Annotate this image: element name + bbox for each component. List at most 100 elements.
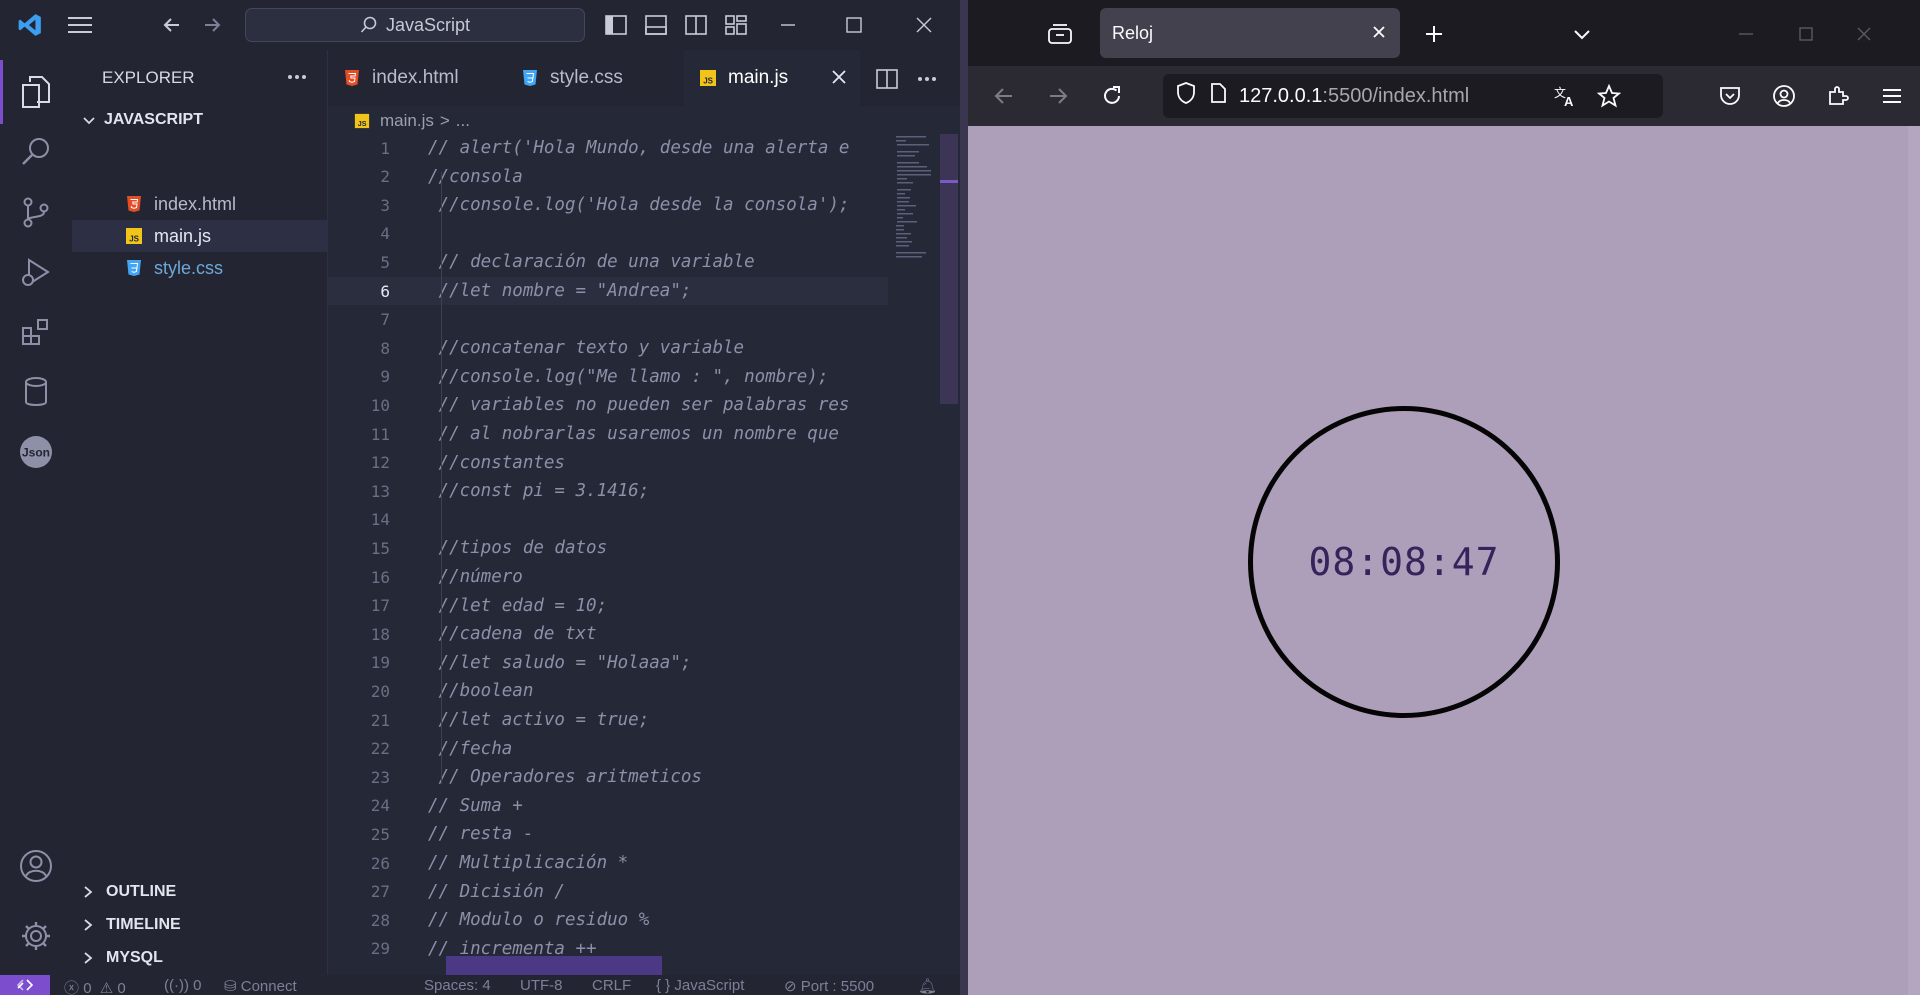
maximize-icon[interactable] — [1786, 14, 1826, 54]
close-tab-icon[interactable] — [1370, 23, 1388, 46]
code-line[interactable]: 5 // declaración de una variable — [328, 248, 888, 276]
file-item-style-css[interactable]: style.css — [72, 252, 327, 284]
command-center-search[interactable]: JavaScript — [245, 8, 585, 42]
new-tab-icon[interactable] — [1414, 14, 1454, 54]
maximize-icon[interactable] — [832, 0, 876, 50]
code-editor[interactable]: 1 // alert('Hola Mundo, desde una alerta … — [328, 134, 888, 974]
section-mysql[interactable]: MYSQL — [80, 942, 163, 974]
code-line[interactable]: 8 //concatenar texto y variable — [328, 334, 888, 362]
accounts-icon[interactable] — [16, 846, 56, 886]
code-line[interactable]: 18 //cadena de txt — [328, 620, 888, 648]
database-icon[interactable] — [16, 372, 56, 412]
encoding-status[interactable]: UTF-8 — [520, 977, 563, 994]
tab-style-css[interactable]: style.css — [506, 50, 681, 106]
shield-icon[interactable] — [1175, 81, 1197, 111]
code-line[interactable]: 2 //consola — [328, 163, 888, 191]
code-line[interactable]: 13 //const pi = 3.1416; — [328, 477, 888, 505]
page-scrollbar[interactable] — [1908, 126, 1920, 995]
toggle-sidebar-icon[interactable] — [598, 0, 634, 50]
gear-icon[interactable] — [16, 916, 56, 956]
back-arrow-icon[interactable] — [984, 66, 1024, 126]
more-actions-icon[interactable] — [912, 64, 942, 94]
code-line[interactable]: 27 // Dicisión / — [328, 878, 888, 906]
code-line[interactable]: 24 // Suma + — [328, 792, 888, 820]
account-icon[interactable] — [1764, 66, 1804, 126]
close-window-icon[interactable] — [902, 0, 946, 50]
live-server-status[interactable]: ⊘ Port : 5500 — [784, 977, 874, 995]
minimap[interactable] — [894, 134, 936, 264]
code-line[interactable]: 17 //let edad = 10; — [328, 592, 888, 620]
forward-arrow-icon[interactable] — [192, 0, 232, 50]
pocket-icon[interactable] — [1710, 66, 1750, 126]
ports-status[interactable]: ((·)) 0 — [164, 977, 202, 994]
code-line[interactable]: 20 //boolean — [328, 677, 888, 705]
code-line[interactable]: 14 — [328, 506, 888, 534]
file-item-main-js[interactable]: JS main.js — [72, 220, 327, 252]
explorer-files-icon[interactable] — [16, 72, 56, 112]
url-bar[interactable]: 127.0.0.1:5500/index.html 文A — [1163, 74, 1663, 118]
code-line[interactable]: 11 // al nobrarlas usaremos un nombre qu… — [328, 420, 888, 448]
reload-icon[interactable] — [1092, 66, 1132, 126]
json-icon[interactable]: Json — [16, 432, 56, 472]
translate-icon[interactable]: 文A — [1553, 84, 1577, 114]
minimize-icon[interactable] — [766, 0, 810, 50]
back-arrow-icon[interactable] — [152, 0, 192, 50]
code-line[interactable]: 7 — [328, 306, 888, 334]
split-editor-icon[interactable] — [872, 64, 902, 94]
menu-icon[interactable] — [60, 0, 100, 50]
breadcrumb-symbol[interactable]: ... — [456, 111, 470, 131]
code-line[interactable]: 15 //tipos de datos — [328, 534, 888, 562]
toggle-panel-icon[interactable] — [638, 0, 674, 50]
code-line[interactable]: 23 // Operadores aritmeticos — [328, 763, 888, 791]
code-line[interactable]: 6 //let nombre = "Andrea"; — [328, 277, 888, 305]
page-icon[interactable] — [1209, 82, 1227, 110]
indentation-status[interactable]: Spaces: 4 — [424, 977, 491, 994]
file-item-index-html[interactable]: index.html — [72, 188, 327, 220]
remote-button[interactable] — [0, 975, 50, 995]
editor-scrollbar[interactable] — [940, 134, 958, 404]
section-outline[interactable]: OUTLINE — [80, 876, 176, 908]
browser-tab-reloj[interactable]: Reloj — [1100, 8, 1400, 58]
code-line[interactable]: 28 // Modulo o residuo % — [328, 906, 888, 934]
close-tab-icon[interactable] — [830, 68, 848, 92]
code-line[interactable]: 4 — [328, 220, 888, 248]
code-line[interactable]: 12 //constantes — [328, 449, 888, 477]
toggle-secondary-sidebar-icon[interactable] — [678, 0, 714, 50]
forward-arrow-icon[interactable] — [1038, 66, 1078, 126]
more-actions-icon[interactable] — [282, 62, 312, 92]
code-line[interactable]: 22 //fecha — [328, 735, 888, 763]
extensions-icon[interactable] — [16, 312, 56, 352]
connect-status[interactable]: ⛁ Connect — [224, 977, 297, 995]
code-line[interactable]: 19 //let saludo = "Holaaa"; — [328, 649, 888, 677]
run-debug-icon[interactable] — [16, 252, 56, 292]
code-line[interactable]: 25 // resta - — [328, 820, 888, 848]
search-icon[interactable] — [16, 132, 56, 172]
line-number: 24 — [370, 796, 390, 816]
customize-layout-icon[interactable] — [718, 0, 754, 50]
list-all-tabs-icon[interactable] — [1562, 14, 1602, 54]
errors-status[interactable]: ⓧ 0 ⚠ 0 — [64, 977, 126, 995]
language-status[interactable]: { } JavaScript — [656, 977, 744, 994]
code-line[interactable]: 3 //console.log('Hola desde la consola')… — [328, 191, 888, 219]
tab-index-html[interactable]: index.html — [328, 50, 503, 106]
code-line[interactable]: 10 // variables no pueden ser palabras r… — [328, 391, 888, 419]
tab-overview-icon[interactable] — [1040, 14, 1080, 54]
source-control-icon[interactable] — [16, 192, 56, 232]
code-line[interactable]: 21 //let activo = true; — [328, 706, 888, 734]
breadcrumb-file[interactable]: main.js — [380, 111, 434, 131]
folder-javascript[interactable]: JAVASCRIPT — [72, 104, 327, 136]
eol-status[interactable]: CRLF — [592, 977, 631, 994]
code-line[interactable]: 26 // Multiplicación * — [328, 849, 888, 877]
minimize-icon[interactable] — [1726, 14, 1766, 54]
line-number: 3 — [380, 195, 390, 215]
close-window-icon[interactable] — [1844, 14, 1884, 54]
hamburger-menu-icon[interactable] — [1872, 66, 1912, 126]
bell-icon[interactable]: 🔔︎ — [918, 977, 937, 995]
code-line[interactable]: 1 // alert('Hola Mundo, desde una alerta … — [328, 134, 888, 162]
code-line[interactable]: 16 //número — [328, 563, 888, 591]
section-timeline[interactable]: TIMELINE — [80, 909, 181, 941]
extensions-puzzle-icon[interactable] — [1818, 66, 1858, 126]
code-line[interactable]: 9 //console.log("Me llamo : ", nombre); — [328, 363, 888, 391]
bookmark-star-icon[interactable] — [1596, 83, 1622, 114]
tab-main-js[interactable]: JS main.js — [684, 50, 860, 106]
